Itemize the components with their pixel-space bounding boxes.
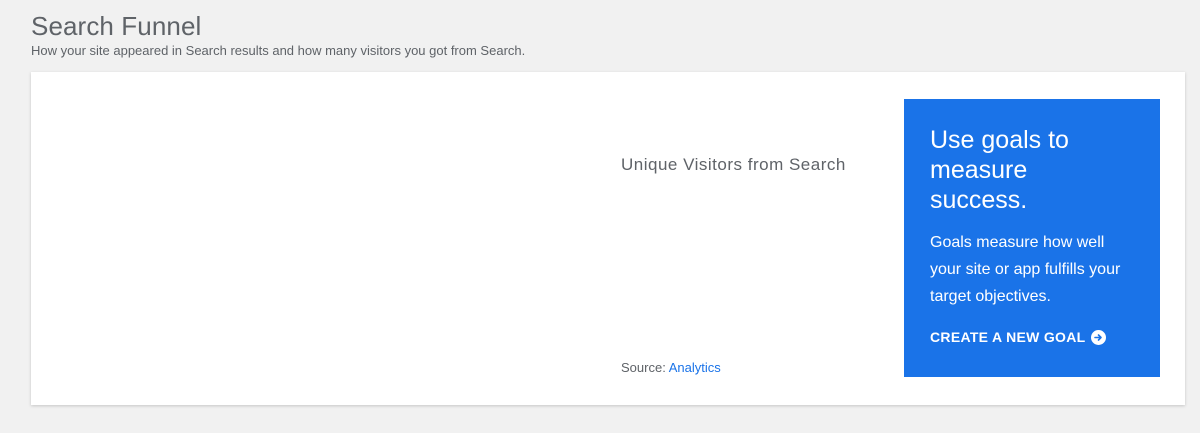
page: Search Funnel How your site appeared in … [0,0,1200,433]
create-new-goal-label: CREATE A NEW GOAL [930,329,1086,345]
source-prefix: Source: [621,360,669,375]
goals-promo-panel: Use goals to measure success. Goals meas… [904,99,1160,377]
promo-heading: Use goals to measure success. [930,126,1069,214]
metric-title: Unique Visitors from Search [621,155,846,174]
search-funnel-card: Unique Visitors from Search Source: Anal… [31,72,1185,405]
promo-body: Goals measure how well your site or app … [930,234,1121,305]
arrow-right-circle-icon [1091,329,1107,345]
source-line: Source: Analytics [621,360,721,375]
create-new-goal-button[interactable]: CREATE A NEW GOAL [930,329,1107,345]
page-subtitle: How your site appeared in Search results… [31,43,526,58]
analytics-source-link[interactable]: Analytics [669,360,721,375]
page-title: Search Funnel [31,11,202,41]
